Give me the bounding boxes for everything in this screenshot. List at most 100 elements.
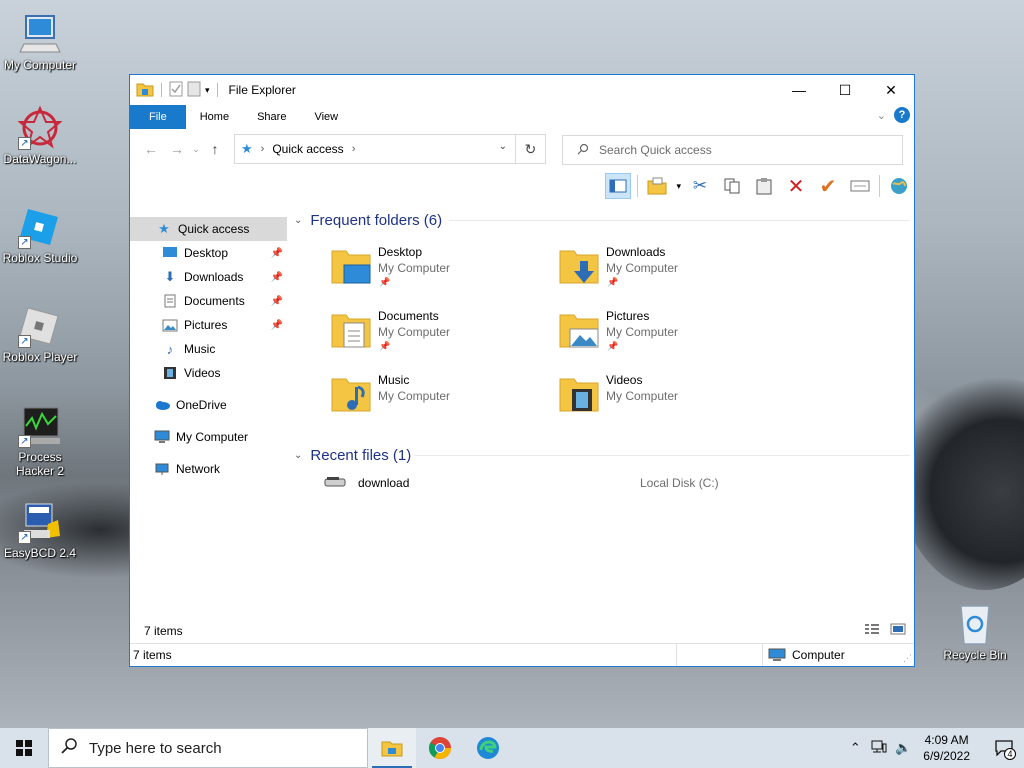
folder-tile-documents[interactable]: Documents My Computer 📌 <box>294 303 522 363</box>
clock-time: 4:09 AM <box>924 733 969 747</box>
clock[interactable]: 4:09 AM 6/9/2022 <box>923 732 970 764</box>
new-item-button[interactable] <box>644 173 670 199</box>
recent-file-row[interactable]: download Local Disk (C:) <box>294 468 910 498</box>
folder-tile-downloads[interactable]: Downloads My Computer 📌 <box>522 239 750 299</box>
sidebar-item-pictures[interactable]: Pictures 📌 <box>130 313 287 337</box>
cut-icon[interactable]: ✂ <box>687 173 713 199</box>
search-input[interactable]: Search Quick access <box>562 135 903 165</box>
tab-view[interactable]: View <box>300 105 352 129</box>
folder-tile-desktop[interactable]: Desktop My Computer 📌 <box>294 239 522 299</box>
breadcrumb-chevron-icon[interactable]: › <box>352 143 356 155</box>
breadcrumb-chevron-icon[interactable]: › <box>261 143 265 155</box>
sidebar-item-network[interactable]: Network <box>130 457 287 481</box>
search-placeholder: Search Quick access <box>599 143 712 157</box>
sidebar-item-my-computer[interactable]: My Computer <box>130 425 287 449</box>
downloads-folder-icon <box>558 245 600 287</box>
sidebar-item-videos[interactable]: Videos <box>130 361 287 385</box>
close-button[interactable]: ✕ <box>868 75 914 105</box>
rename-icon[interactable] <box>847 173 873 199</box>
properties-qat-icon[interactable] <box>169 81 183 100</box>
desktop-icon <box>162 245 178 261</box>
tray-overflow-chevron-icon[interactable]: ⌃ <box>843 740 867 756</box>
sidebar-item-label: Quick access <box>178 222 250 236</box>
maximize-button[interactable]: ☐ <box>822 75 868 105</box>
sidebar-item-documents[interactable]: Documents 📌 <box>130 289 287 313</box>
customize-qat-chevron-icon[interactable]: ▾ <box>205 85 210 96</box>
taskbar-edge[interactable] <box>464 728 512 768</box>
up-button[interactable]: ↑ <box>202 141 228 157</box>
sidebar-item-label: Music <box>184 342 216 356</box>
desktop-icon-my-computer[interactable]: My Computer <box>0 12 80 72</box>
sidebar-item-desktop[interactable]: Desktop 📌 <box>130 241 287 265</box>
tiles-view-icon[interactable] <box>890 623 906 638</box>
folder-tile-music[interactable]: Music My Computer <box>294 367 522 427</box>
folder-tile-videos[interactable]: Videos My Computer <box>522 367 750 427</box>
sidebar-item-quick-access[interactable]: ★ Quick access <box>130 217 287 241</box>
pin-icon[interactable]: 📌 <box>271 296 283 307</box>
desktop-icon-datawagon[interactable]: ↗ DataWagon... <box>0 105 80 166</box>
recycle-bin-icon <box>953 602 997 646</box>
pin-icon[interactable]: 📌 <box>271 320 283 331</box>
expand-ribbon-chevron-icon[interactable]: ⌄ <box>877 109 886 122</box>
taskbar-chrome[interactable] <box>416 728 464 768</box>
taskbar-file-explorer[interactable] <box>368 728 416 768</box>
notification-center-button[interactable]: 4 <box>984 728 1024 768</box>
details-view-icon[interactable] <box>864 623 880 638</box>
folder-name: Documents <box>378 309 439 323</box>
forward-button[interactable]: → <box>164 141 190 157</box>
paste-icon[interactable] <box>751 173 777 199</box>
desktop-icon-recycle-bin[interactable]: Recycle Bin <box>935 602 1015 662</box>
new-folder-qat-icon[interactable] <box>187 81 201 100</box>
item-count-inner: 7 items <box>144 624 183 638</box>
tab-file[interactable]: File <box>130 105 186 129</box>
desktop-icon-label: Recycle Bin <box>943 648 1007 662</box>
navigation-pane-button[interactable] <box>605 173 632 199</box>
back-button[interactable]: ← <box>138 141 164 157</box>
pin-icon[interactable]: 📌 <box>271 248 283 259</box>
title-bar[interactable]: ▾ File Explorer — ☐ ✕ <box>130 75 914 105</box>
folder-tile-pictures[interactable]: Pictures My Computer 📌 <box>522 303 750 363</box>
file-explorer-window[interactable]: ▾ File Explorer — ☐ ✕ File Home Share Vi… <box>129 74 915 667</box>
minimize-button[interactable]: — <box>776 75 822 105</box>
address-bar[interactable]: ★ › Quick access › ⌄ ↻ <box>234 134 546 164</box>
network-icon[interactable] <box>867 740 891 757</box>
recent-locations-chevron-icon[interactable]: ⌄ <box>190 144 202 155</box>
folder-name: Pictures <box>606 309 650 323</box>
copy-icon[interactable] <box>719 173 745 199</box>
start-button[interactable] <box>0 728 48 768</box>
refresh-button[interactable]: ↻ <box>515 135 545 163</box>
address-dropdown-icon[interactable]: ⌄ <box>499 141 507 152</box>
collapse-chevron-icon[interactable]: ⌄ <box>294 450 302 461</box>
delete-icon[interactable]: ✕ <box>783 173 809 199</box>
taskbar-search-input[interactable]: Type here to search <box>48 728 368 768</box>
frequent-folders-header[interactable]: ⌄ Frequent folders (6) <box>294 207 910 233</box>
picture-icon <box>162 317 178 333</box>
pin-icon[interactable]: 📌 <box>271 272 283 283</box>
sidebar-item-downloads[interactable]: ⬇ Downloads 📌 <box>130 265 287 289</box>
pin-icon: 📌 <box>379 341 391 351</box>
volume-icon[interactable]: 🔈 <box>891 740 915 756</box>
sidebar-item-label: Desktop <box>184 246 229 260</box>
desktop-icon-easybcd[interactable]: ↗ EasyBCD 2.4 <box>0 500 80 560</box>
tab-home[interactable]: Home <box>186 105 243 129</box>
sidebar-item-music[interactable]: ♪ Music <box>130 337 287 361</box>
desktop-icon-roblox-player[interactable]: ↗ Roblox Player <box>0 304 80 364</box>
collapse-chevron-icon[interactable]: ⌄ <box>294 215 302 226</box>
breadcrumb-quick-access[interactable]: Quick access <box>272 142 343 156</box>
roblox-studio-icon: ↗ <box>18 205 62 249</box>
sidebar-item-label: Documents <box>184 294 245 308</box>
desktop-icon-process-hacker[interactable]: ↗ Process Hacker 2 <box>0 404 80 478</box>
tab-share[interactable]: Share <box>243 105 300 129</box>
sidebar-item-onedrive[interactable]: OneDrive <box>130 393 287 417</box>
checkmark-icon[interactable]: ✔ <box>815 173 841 199</box>
recent-files-header[interactable]: ⌄ Recent files (1) <box>294 442 910 468</box>
view-toggles <box>864 623 906 638</box>
shortcut-arrow-icon: ↗ <box>18 435 31 448</box>
chrome-icon <box>429 737 451 759</box>
help-button[interactable]: ? <box>894 107 910 123</box>
new-item-dropdown-icon[interactable]: ▾ <box>676 181 681 192</box>
globe-icon[interactable] <box>886 173 912 199</box>
desktop-icon-roblox-studio[interactable]: ↗ Roblox Studio <box>0 205 80 265</box>
sidebar-item-label: Videos <box>184 366 221 380</box>
resize-grip-icon[interactable]: ⋰ <box>903 653 912 664</box>
